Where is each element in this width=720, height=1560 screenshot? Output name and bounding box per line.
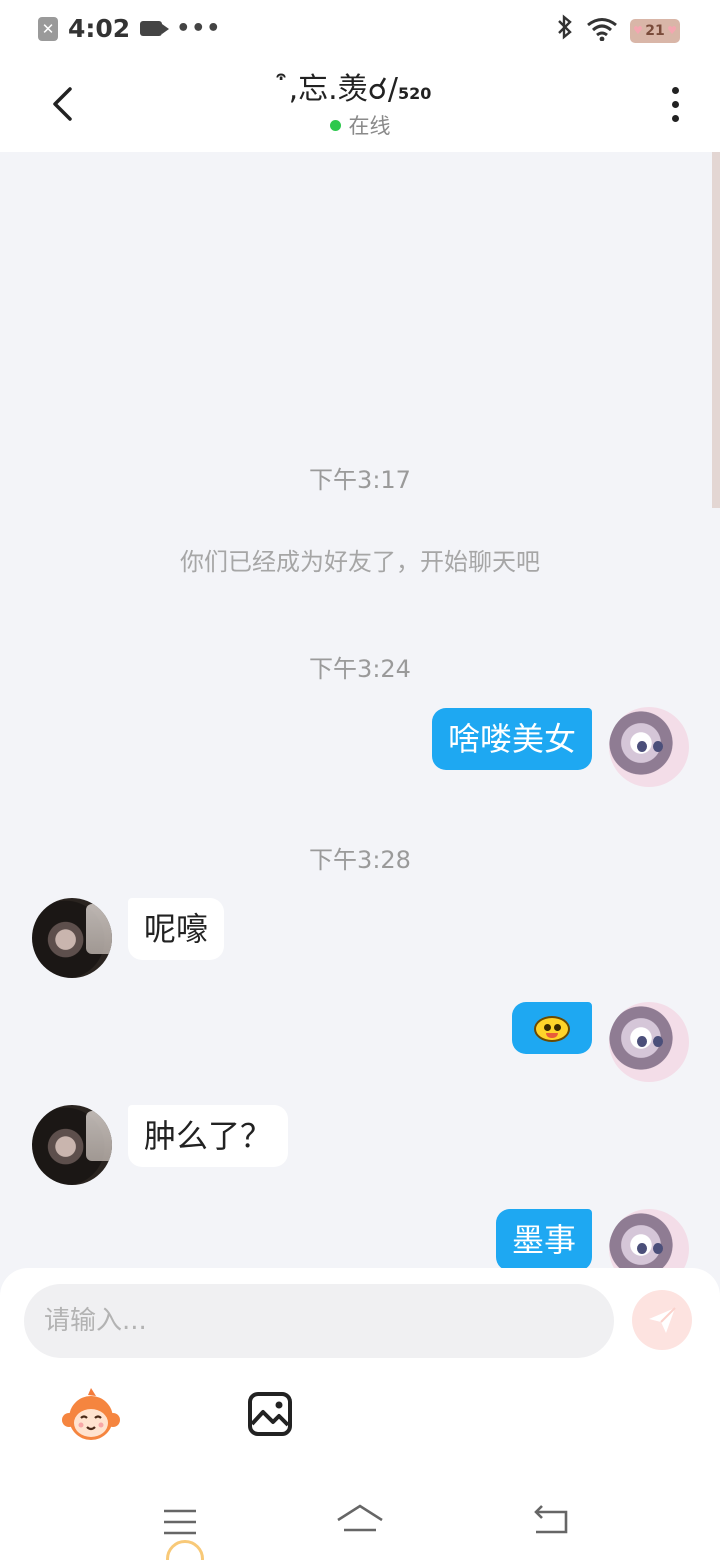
video-camera-icon xyxy=(140,21,170,36)
scrollbar[interactable] xyxy=(712,152,720,508)
contact-avatar[interactable] xyxy=(32,1105,112,1185)
send-button[interactable] xyxy=(632,1290,692,1350)
timestamp: 下午3:24 xyxy=(309,655,411,683)
notification-icon: ✕ xyxy=(38,16,58,41)
system-back-button[interactable] xyxy=(526,1500,572,1544)
chevron-left-icon xyxy=(53,87,72,121)
online-dot-icon xyxy=(329,119,341,131)
recent-apps-button[interactable] xyxy=(160,1502,200,1542)
online-status: 在线 xyxy=(160,110,560,140)
status-left: ✕ 4:02 ••• xyxy=(38,14,221,43)
more-dot-icon xyxy=(671,114,679,122)
outgoing-sticker-bubble[interactable] xyxy=(512,1002,592,1054)
paper-plane-icon xyxy=(649,1307,676,1333)
system-message: 你们已经成为好友了，开始聊天吧 xyxy=(180,548,540,576)
my-avatar[interactable] xyxy=(609,707,689,787)
outgoing-message-bubble[interactable]: 墨事 xyxy=(495,1209,592,1270)
my-avatar[interactable] xyxy=(609,1002,689,1082)
more-dot-icon xyxy=(671,100,679,108)
contact-name-suffix: 520 xyxy=(397,84,432,103)
status-bar: ✕ 4:02 ••• 21 xyxy=(0,0,720,56)
chat-header: ͒,忘.羡☌/520 在线 xyxy=(0,56,720,152)
outgoing-message-bubble[interactable]: 啥喽美女 xyxy=(431,708,592,770)
home-button[interactable] xyxy=(334,1500,386,1544)
more-dot-icon xyxy=(671,86,679,94)
contact-name-text: ͒,忘.羡☌/ xyxy=(288,72,398,107)
home-icon xyxy=(337,1504,383,1532)
image-picker-button[interactable] xyxy=(246,1390,294,1438)
system-navigation-bar xyxy=(0,1488,720,1560)
bluetooth-icon xyxy=(556,14,574,47)
timestamp: 下午3:28 xyxy=(309,846,411,874)
contact-avatar[interactable] xyxy=(32,898,112,978)
incoming-message-bubble[interactable]: 肿么了？ xyxy=(128,1105,289,1167)
more-notifications-icon: ••• xyxy=(176,16,222,41)
emoji-picker-button[interactable] xyxy=(60,1384,122,1446)
wifi-icon xyxy=(586,17,618,45)
menu-icon xyxy=(164,1509,196,1535)
incoming-message-bubble[interactable]: 呢嚎 xyxy=(128,898,225,960)
message-list[interactable]: 下午3:17 你们已经成为好友了，开始聊天吧 下午3:24 啥喽美女 下午3:2… xyxy=(0,152,720,1270)
timestamp: 下午3:17 xyxy=(309,466,411,494)
return-icon xyxy=(534,1505,568,1534)
more-options-button[interactable] xyxy=(660,78,690,130)
composer-panel xyxy=(0,1268,720,1488)
contact-name: ͒,忘.羡☌/520 xyxy=(160,64,560,108)
message-input[interactable] xyxy=(24,1284,614,1358)
my-avatar[interactable] xyxy=(609,1209,689,1270)
image-icon xyxy=(248,1392,292,1436)
status-right: 21 xyxy=(556,14,680,47)
status-time: 4:02 xyxy=(68,14,131,43)
monkey-face-icon xyxy=(62,1388,120,1440)
battery-indicator: 21 xyxy=(630,18,680,43)
yellow-face-emoji-icon xyxy=(532,1013,572,1043)
online-status-text: 在线 xyxy=(348,114,391,138)
back-button[interactable] xyxy=(40,78,84,130)
chat-title-block: ͒,忘.羡☌/520 在线 xyxy=(160,64,560,140)
floating-assistant-icon[interactable] xyxy=(166,1540,204,1560)
